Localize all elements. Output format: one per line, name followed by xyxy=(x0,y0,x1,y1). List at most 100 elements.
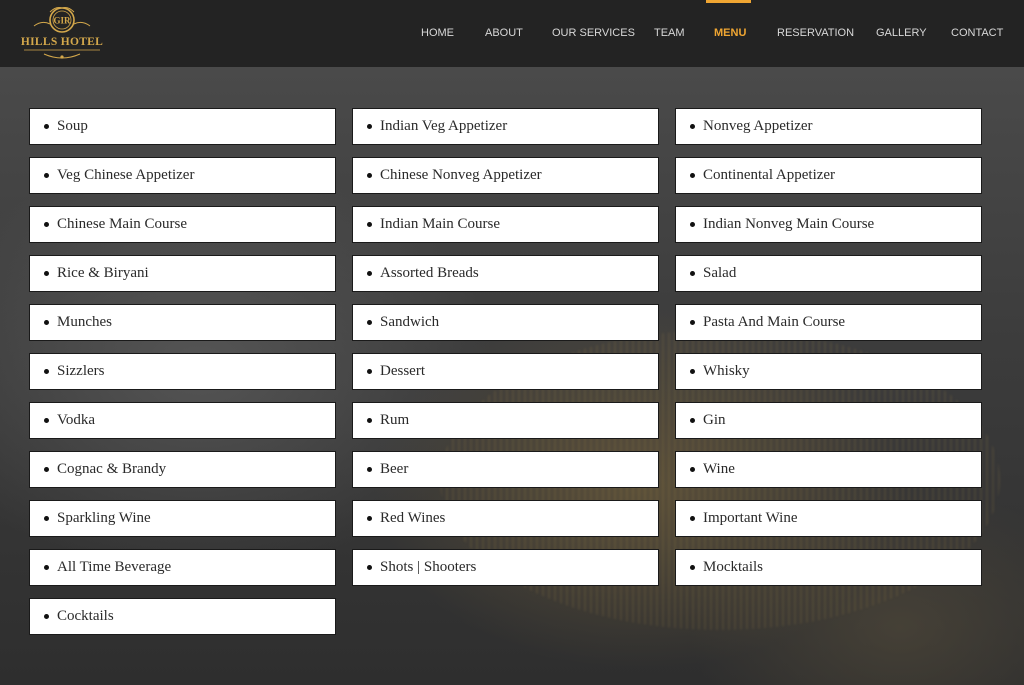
bullet-icon xyxy=(44,418,49,423)
bullet-icon xyxy=(44,320,49,325)
menu-category-label: Assorted Breads xyxy=(380,265,479,281)
menu-category-label: Dessert xyxy=(380,363,425,379)
menu-category-label: Cognac & Brandy xyxy=(57,461,167,477)
menu-category-label: Indian Nonveg Main Course xyxy=(703,216,875,232)
menu-category-label: Sandwich xyxy=(380,314,440,330)
menu-category-card[interactable]: Veg Chinese Appetizer xyxy=(29,157,336,194)
bullet-icon xyxy=(44,271,49,276)
menu-category-label: Vodka xyxy=(57,412,96,428)
bullet-icon xyxy=(690,467,695,472)
nav-gallery[interactable]: GALLERY xyxy=(876,27,927,39)
bullet-icon xyxy=(44,369,49,374)
bullet-icon xyxy=(367,320,372,325)
menu-category-card[interactable]: Gin xyxy=(675,402,982,439)
nav-menu[interactable]: MENU xyxy=(714,27,746,39)
nav-team[interactable]: TEAM xyxy=(654,27,685,39)
bullet-icon xyxy=(44,516,49,521)
menu-category-label: Rum xyxy=(380,412,410,428)
bullet-icon xyxy=(367,124,372,129)
menu-category-card[interactable]: Sparkling Wine xyxy=(29,500,336,537)
menu-category-card[interactable]: Pasta And Main Course xyxy=(675,304,982,341)
nav-contact[interactable]: CONTACT xyxy=(951,27,1003,39)
menu-category-card[interactable]: Vodka xyxy=(29,402,336,439)
bullet-icon xyxy=(690,565,695,570)
bullet-icon xyxy=(690,271,695,276)
menu-category-label: Sizzlers xyxy=(57,363,105,379)
menu-category-card[interactable]: Nonveg Appetizer xyxy=(675,108,982,145)
menu-category-label: Nonveg Appetizer xyxy=(703,118,813,134)
menu-category-label: All Time Beverage xyxy=(57,559,172,575)
menu-category-card[interactable]: Beer xyxy=(352,451,659,488)
menu-category-card[interactable]: All Time Beverage xyxy=(29,549,336,586)
menu-category-label: Wine xyxy=(703,461,735,477)
menu-category-label: Red Wines xyxy=(380,510,446,526)
menu-category-card[interactable]: Cognac & Brandy xyxy=(29,451,336,488)
menu-category-card[interactable]: Red Wines xyxy=(352,500,659,537)
menu-category-card[interactable]: Dessert xyxy=(352,353,659,390)
menu-category-card[interactable]: Assorted Breads xyxy=(352,255,659,292)
menu-category-label: Indian Veg Appetizer xyxy=(380,118,508,134)
menu-category-card[interactable]: Salad xyxy=(675,255,982,292)
nav-reservation[interactable]: RESERVATION xyxy=(777,27,854,39)
menu-category-card[interactable]: Whisky xyxy=(675,353,982,390)
menu-category-label: Shots | Shooters xyxy=(380,559,477,575)
menu-category-label: Sparkling Wine xyxy=(57,510,151,526)
logo-name: HILLS HOTEL xyxy=(20,36,104,48)
menu-category-label: Munches xyxy=(57,314,112,330)
menu-category-card[interactable]: Sandwich xyxy=(352,304,659,341)
nav-about[interactable]: ABOUT xyxy=(485,27,523,39)
menu-category-card[interactable]: Wine xyxy=(675,451,982,488)
bullet-icon xyxy=(44,467,49,472)
bullet-icon xyxy=(367,222,372,227)
bullet-icon xyxy=(367,467,372,472)
bullet-icon xyxy=(690,369,695,374)
menu-category-card[interactable]: Sizzlers xyxy=(29,353,336,390)
menu-category-label: Chinese Nonveg Appetizer xyxy=(380,167,542,183)
nav-our-services[interactable]: OUR SERVICES xyxy=(552,27,635,39)
menu-category-card[interactable]: Indian Veg Appetizer xyxy=(352,108,659,145)
bullet-icon xyxy=(690,516,695,521)
menu-category-card[interactable]: Shots | Shooters xyxy=(352,549,659,586)
menu-category-label: Indian Main Course xyxy=(380,216,500,232)
bullet-icon xyxy=(690,320,695,325)
menu-category-card[interactable]: Rice & Biryani xyxy=(29,255,336,292)
bullet-icon xyxy=(690,418,695,423)
bullet-icon xyxy=(367,369,372,374)
bullet-icon xyxy=(367,565,372,570)
menu-category-label: Soup xyxy=(57,118,88,134)
menu-category-label: Mocktails xyxy=(703,559,763,575)
bullet-icon xyxy=(367,516,372,521)
menu-category-label: Beer xyxy=(380,461,409,477)
bullet-icon xyxy=(44,124,49,129)
menu-category-card[interactable]: Cocktails xyxy=(29,598,336,635)
menu-category-card[interactable]: Important Wine xyxy=(675,500,982,537)
menu-category-card[interactable]: Chinese Nonveg Appetizer xyxy=(352,157,659,194)
bullet-icon xyxy=(44,614,49,619)
menu-category-card[interactable]: Rum xyxy=(352,402,659,439)
menu-category-card[interactable]: Indian Main Course xyxy=(352,206,659,243)
bullet-icon xyxy=(690,124,695,129)
menu-category-card[interactable]: Munches xyxy=(29,304,336,341)
menu-category-label: Gin xyxy=(703,412,726,428)
menu-category-label: Important Wine xyxy=(703,510,798,526)
menu-category-label: Rice & Biryani xyxy=(57,265,149,281)
active-nav-indicator xyxy=(706,0,751,3)
bullet-icon xyxy=(690,222,695,227)
menu-category-card[interactable]: Continental Appetizer xyxy=(675,157,982,194)
menu-category-label: Cocktails xyxy=(57,608,114,624)
bullet-icon xyxy=(44,222,49,227)
menu-category-card[interactable]: Soup xyxy=(29,108,336,145)
nav-home[interactable]: HOME xyxy=(421,27,454,39)
page: GIR HILLS HOTEL HOME ABOUT OUR SERVICES … xyxy=(0,0,1024,685)
menu-category-label: Pasta And Main Course xyxy=(703,314,846,330)
menu-category-card[interactable]: Mocktails xyxy=(675,549,982,586)
menu-category-label: Whisky xyxy=(703,363,750,379)
menu-category-card[interactable]: Chinese Main Course xyxy=(29,206,336,243)
menu-category-card[interactable]: Indian Nonveg Main Course xyxy=(675,206,982,243)
navbar: GIR HILLS HOTEL HOME ABOUT OUR SERVICES … xyxy=(0,0,1024,67)
menu-category-label: Chinese Main Course xyxy=(57,216,187,232)
logo-crest-icon: GIR xyxy=(24,7,100,59)
menu-category-label: Veg Chinese Appetizer xyxy=(57,167,195,183)
logo-monogram: GIR xyxy=(53,16,71,26)
hotel-logo[interactable]: GIR HILLS HOTEL xyxy=(20,4,104,62)
